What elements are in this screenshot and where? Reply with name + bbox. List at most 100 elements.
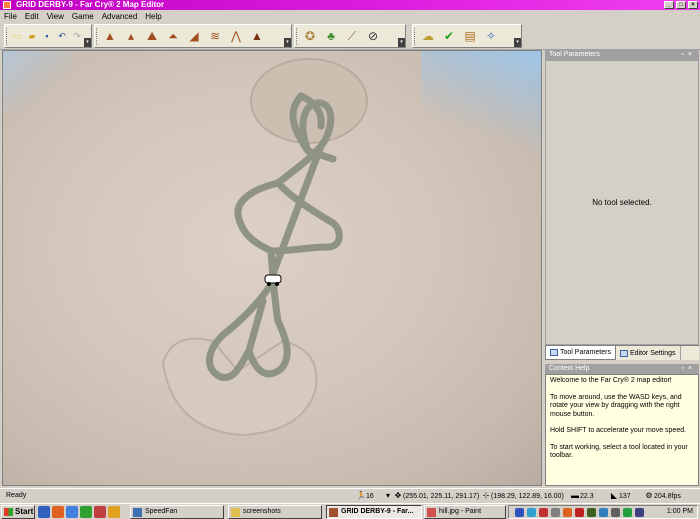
stat-b-readout: ◣ 137 [610,491,631,500]
tray-app-icon[interactable] [587,508,596,517]
properties-icon[interactable]: ▤ [460,26,480,46]
quicklaunch-app-icon[interactable] [94,506,106,518]
menu-edit[interactable]: Edit [25,12,39,21]
smooth-terrain-icon[interactable]: ⛰ [142,26,162,46]
object-toolbar-dropdown[interactable]: ▾ [398,38,405,47]
noise-icon[interactable]: ⋀ [226,26,246,46]
context-help-controls[interactable]: ▫× [681,364,696,374]
road-icon[interactable]: ⟋ [342,26,362,46]
quicklaunch-media-icon[interactable] [80,506,92,518]
new-icon[interactable]: ▭ [10,26,24,46]
speedfan-icon [133,508,142,517]
speed-readout: 🏃16 [356,491,374,500]
menu-bar: File Edit View Game Advanced Help [0,10,700,23]
menu-advanced[interactable]: Advanced [102,12,138,21]
tray-network-icon[interactable] [515,508,524,517]
title-bar: GRID DERBY-9 - Far Cry® 2 Map Editor _ □… [0,0,700,10]
triangle-icon: ◣ [610,491,618,500]
menu-help[interactable]: Help [145,12,161,21]
raise-lower-terrain-icon[interactable]: ▴ [121,26,141,46]
status-text: Ready [6,492,27,499]
clock[interactable]: 1:00 PM [667,506,693,518]
stat-a-readout: ▬22.3 [571,491,594,500]
menu-game[interactable]: Game [72,12,94,21]
windows-logo-icon [4,508,13,516]
magic-wand-icon[interactable]: ✧ [481,26,501,46]
help-paragraph: To move around, use the WASD keys, and r… [550,393,682,418]
game-toolbar: ☁ ✔ ▤ ✧ ▾ [412,24,522,48]
runner-icon: 🏃 [356,491,366,500]
undo-icon[interactable]: ↶ [55,26,69,46]
map-viewport[interactable] [2,50,542,486]
tray-sync-icon[interactable] [623,508,632,517]
status-bar: Ready 🏃16 ▾ ✥ (255.01, 225.11, 291.17) ⊹ (1… [0,488,700,502]
quicklaunch-desktop-icon[interactable] [38,506,50,518]
raise-terrain-icon[interactable]: ▲ [100,26,120,46]
terrain-toolbar-dropdown[interactable]: ▾ [284,38,291,47]
start-button[interactable]: Start [1,505,35,519]
paint-icon [427,508,436,517]
fps-icon: ⚙ [645,491,653,500]
terrain-view [161,58,368,437]
toolbar: ▭ ▰ ▪ ↶ ↷ ▾ ▲ ▴ ⛰ ⏶ ◢ ≋ ⋀ ▲ ▾ ✪ ♣ ⟋ ⊘ ▾ … [0,23,700,50]
folder-icon [231,508,240,517]
ramp-icon[interactable]: ◢ [184,26,204,46]
hill-bottom [161,337,318,437]
tab-tool-parameters[interactable]: Tool Parameters [545,346,616,360]
file-toolbar-dropdown[interactable]: ▾ [84,38,91,47]
object-placement-icon[interactable]: ✪ [300,26,320,46]
object-toolbar: ✪ ♣ ⟋ ⊘ ▾ [294,24,406,48]
tab-editor-settings[interactable]: Editor Settings [616,346,681,360]
file-toolbar: ▭ ▰ ▪ ↶ ↷ ▾ [4,24,92,48]
paint-texture-icon[interactable]: ▲ [247,26,267,46]
task-speedfan[interactable]: SpeedFan [130,505,224,519]
task-paint[interactable]: hill.jpg - Paint [424,505,506,519]
camera-position-readout: ▾ ✥ (255.01, 225.11, 291.17) [383,489,479,503]
tool-parameters-title: Tool Parameters [549,51,600,58]
system-tray: 1:00 PM [508,505,698,519]
maximize-button[interactable]: □ [676,1,686,9]
tray-speaker-icon[interactable] [551,508,560,517]
cursor-position-readout: ⊹ (198.29, 122.89, 16.00) [482,491,564,500]
tray-update-icon[interactable] [599,508,608,517]
quicklaunch-ie-icon[interactable] [66,506,78,518]
tray-ati-icon[interactable] [539,508,548,517]
context-help-panel: Welcome to the Far Cry® 2 map editor! To… [545,374,699,486]
panel-tabs: Tool Parameters Editor Settings [545,345,699,360]
save-icon[interactable]: ▪ [40,26,54,46]
window-title: GRID DERBY-9 - Far Cry® 2 Map Editor [16,0,165,9]
camera-icon: ▾ [385,491,390,500]
minimize-button[interactable]: _ [664,1,674,9]
tray-firefox-icon[interactable] [563,508,572,517]
erode-icon[interactable]: ≋ [205,26,225,46]
help-paragraph: Welcome to the Far Cry® 2 map editor! [550,377,672,384]
fps-readout: ⚙204.8fps [645,491,681,500]
close-button[interactable]: × [688,1,698,9]
crosshair-icon: ⊹ [482,491,490,500]
no-entry-icon[interactable]: ⊘ [363,26,383,46]
validate-icon[interactable]: ✔ [439,26,459,46]
task-map-editor[interactable]: GRID DERBY-9 - Far... [326,505,422,519]
game-toolbar-dropdown[interactable]: ▾ [514,38,521,47]
tool-parameters-panel: No tool selected. [545,60,699,345]
tool-parameters-header: Tool Parameters ▫× [545,50,699,60]
open-icon[interactable]: ▰ [25,26,39,46]
tray-antivirus-icon[interactable] [575,508,584,517]
task-screenshots[interactable]: screenshots [228,505,322,519]
quicklaunch-folder-icon[interactable] [108,506,120,518]
menu-view[interactable]: View [47,12,64,21]
menu-file[interactable]: File [4,12,17,21]
panel-controls[interactable]: ▫× [681,50,696,60]
sky-icon[interactable]: ☁ [418,26,438,46]
tray-volume-icon[interactable] [611,508,620,517]
flatten-terrain-icon[interactable]: ⏶ [163,26,183,46]
tray-misc-icon[interactable] [635,508,644,517]
help-paragraph: Hold SHIFT to accelerate your move speed… [550,427,687,434]
taskbar: Start SpeedFan screenshots GRID DERBY-9 … [0,503,700,519]
tray-messenger-icon[interactable] [527,508,536,517]
vegetation-icon[interactable]: ♣ [321,26,341,46]
redo-icon[interactable]: ↷ [70,26,84,46]
tool-parameters-tab-icon [550,349,558,356]
map-editor-icon [329,508,338,517]
quicklaunch-firefox-icon[interactable] [52,506,64,518]
